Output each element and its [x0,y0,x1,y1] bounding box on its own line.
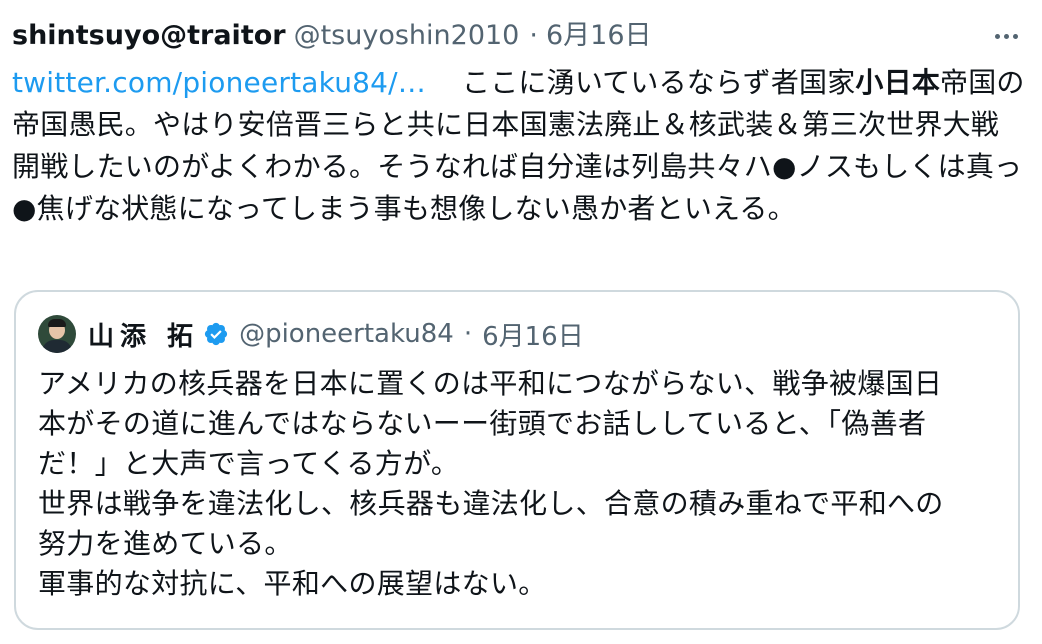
quote-date[interactable]: 6月16日 [482,316,584,353]
quote-text: アメリカの核兵器を日本に置くのは平和につながらない、戦争被爆国日 本がその道に進… [38,364,1004,604]
quote-text-line: 軍事的な対抗に、平和への展望はない。 [38,567,547,600]
quote-text-line: 本がその道に進んではならないーー街頭でお話ししていると、「偽善者 [38,407,927,440]
tweet-header: shintsuyo@traitor @tsuyoshin2010 · 6月16日 [12,14,1026,58]
quote-text-line: だ！」と大声で言ってくる方が。 [38,447,460,480]
avatar[interactable] [38,315,76,353]
quote-tweet-card[interactable]: 山添 拓 @pioneertaku84 · 6月16日 アメリカの核兵器を日本に… [14,290,1020,630]
tweet-text-part-1: ここに湧いているならず者国家 [462,66,856,99]
quote-author-handle[interactable]: @pioneertaku84 [239,319,454,349]
tweet-text-bold: 小日本 [855,66,941,99]
author-display-name[interactable]: shintsuyo@traitor [12,14,286,58]
verified-badge-icon [204,322,228,346]
more-options-icon[interactable] [986,18,1026,54]
quote-text-line: 世界は戦争を違法化し、核兵器も違法化し、合意の積み重ねで平和への [38,487,944,520]
tweet-date[interactable]: 6月16日 [546,14,652,58]
tweet: shintsuyo@traitor @tsuyoshin2010 · 6月16日… [12,14,1026,230]
quote-text-line: 努力を進めている。 [38,527,293,560]
quote-header: 山添 拓 @pioneertaku84 · 6月16日 [38,314,584,354]
quote-text-line: アメリカの核兵器を日本に置くのは平和につながらない、戦争被爆国日 [38,367,943,400]
tweet-text: twitter.com/pioneertaku84/… ここに湧いているならず者国… [12,62,1026,230]
header-separator: · [529,20,538,51]
author-handle[interactable]: @tsuyoshin2010 [294,14,520,58]
quote-author-name[interactable]: 山添 拓 [88,316,199,353]
quote-header-separator: · [463,319,473,349]
quoted-link[interactable]: twitter.com/pioneertaku84/… [12,66,426,99]
